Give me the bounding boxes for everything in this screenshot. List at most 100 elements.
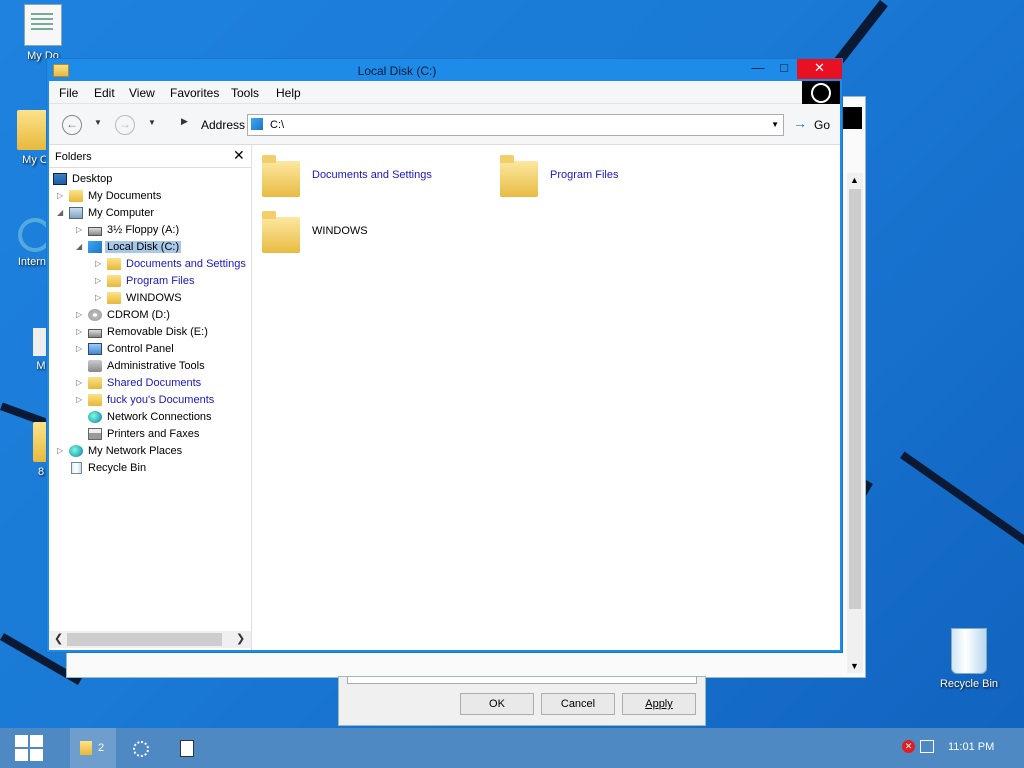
- address-bar[interactable]: C:\ ▼: [247, 114, 784, 136]
- desktop-icon-label: 8: [37, 466, 45, 478]
- folders-horizontal-scrollbar[interactable]: ❮ ❯: [49, 631, 251, 648]
- apply-button[interactable]: Apply: [622, 693, 696, 715]
- tree-item-label: fuck you's Documents: [107, 394, 215, 406]
- expand-icon[interactable]: ▷: [76, 395, 86, 404]
- scroll-right-arrow-icon[interactable]: ❯: [236, 632, 245, 645]
- folder-icon: [80, 741, 92, 755]
- computer-icon: [69, 207, 83, 219]
- wallpaper-streak: [900, 451, 1024, 562]
- start-button[interactable]: [0, 728, 60, 768]
- scroll-thumb[interactable]: [849, 189, 861, 609]
- tree-item-label: 3½ Floppy (A:): [107, 224, 180, 236]
- ok-button-label: OK: [489, 698, 505, 710]
- toolbar-chevron-icon[interactable]: ▶: [181, 116, 188, 127]
- taskbar-clock[interactable]: 11:01 PM: [948, 741, 994, 753]
- recycle-bin-icon: [951, 628, 987, 674]
- control-panel-icon: [88, 343, 102, 355]
- tools-icon: [88, 360, 102, 372]
- taskbar-cards-app[interactable]: [165, 728, 209, 768]
- go-button[interactable]: Go: [814, 118, 830, 132]
- menu-edit[interactable]: Edit: [94, 86, 115, 100]
- document-icon: [24, 4, 62, 46]
- folder-icon: [88, 377, 102, 389]
- scroll-up-arrow[interactable]: ▲: [850, 175, 859, 185]
- tray-error-icon[interactable]: ✕: [902, 740, 915, 753]
- cancel-button[interactable]: Cancel: [541, 693, 615, 715]
- tree-item-label: My Computer: [88, 207, 155, 219]
- maximize-button[interactable]: □: [771, 59, 797, 79]
- expand-icon[interactable]: ▷: [76, 310, 86, 319]
- folder-icon: [107, 258, 121, 270]
- expand-icon[interactable]: ▷: [76, 225, 86, 234]
- collapse-icon[interactable]: ◢: [57, 208, 67, 217]
- tree-item-label: Program Files: [126, 275, 195, 287]
- expand-icon[interactable]: ▷: [95, 259, 105, 268]
- scroll-down-arrow[interactable]: ▼: [850, 661, 859, 671]
- menu-favorites[interactable]: Favorites: [170, 86, 219, 100]
- taskbar-settings-app[interactable]: [118, 728, 162, 768]
- forward-button[interactable]: →: [115, 115, 135, 135]
- expand-icon[interactable]: ▷: [76, 344, 86, 353]
- back-dropdown-icon[interactable]: ▼: [94, 118, 102, 127]
- desktop-icon-label: M: [36, 360, 46, 372]
- ok-button[interactable]: OK: [460, 693, 534, 715]
- go-arrow-icon[interactable]: →: [793, 115, 807, 131]
- tree-item-label: Removable Disk (E:): [107, 326, 208, 338]
- menu-tools[interactable]: Tools: [231, 86, 259, 100]
- cdrom-icon: [88, 309, 102, 321]
- content-item-label: Program Files: [550, 169, 619, 181]
- menu-bar: File Edit View Favorites Tools Help: [49, 81, 840, 105]
- recycle-bin-icon: [71, 462, 82, 474]
- forward-dropdown-icon[interactable]: ▼: [148, 118, 156, 127]
- close-button[interactable]: ✕: [797, 59, 842, 79]
- menu-help[interactable]: Help: [276, 86, 301, 100]
- taskbar-explorer-group[interactable]: [70, 728, 116, 768]
- tree-item-label: Administrative Tools: [107, 360, 205, 372]
- drive-icon: [88, 241, 102, 253]
- expand-icon[interactable]: ▷: [76, 327, 86, 336]
- tree-item-label: Documents and Settings: [126, 258, 246, 270]
- tree-item-label: Network Connections: [107, 411, 212, 423]
- desktop-icon-recycle-bin[interactable]: Recycle Bin: [934, 628, 1004, 690]
- tree-item-label: My Network Places: [88, 445, 183, 457]
- toolbar: ← ▼ → ▼ ▶ Address C:\ ▼ → Go: [49, 104, 840, 145]
- menu-view[interactable]: View: [129, 86, 155, 100]
- folder-icon: [500, 153, 538, 197]
- address-dropdown-icon[interactable]: ▼: [771, 120, 779, 129]
- folder-icon: [107, 292, 121, 304]
- back-button[interactable]: ←: [62, 115, 82, 135]
- expand-icon[interactable]: ▷: [57, 191, 67, 200]
- tree-item-label: Recycle Bin: [88, 462, 147, 474]
- taskbar: 2 ✕ 11:01 PM: [0, 728, 1024, 768]
- expand-icon[interactable]: ▷: [95, 293, 105, 302]
- scroll-left-arrow-icon[interactable]: ❮: [54, 632, 63, 645]
- dialog-field: [347, 677, 697, 684]
- tree-item-label: My Documents: [88, 190, 162, 202]
- folders-pane-header: Folders ✕: [49, 145, 251, 168]
- title-bar[interactable]: Local Disk (C:) — □ ✕: [47, 59, 842, 81]
- minimize-button[interactable]: —: [745, 59, 771, 79]
- content-item-label: Documents and Settings: [312, 169, 432, 181]
- removable-drive-icon: [88, 329, 102, 338]
- expand-icon[interactable]: ▷: [76, 378, 86, 387]
- menu-file[interactable]: File: [59, 86, 78, 100]
- tree-item-label: Printers and Faxes: [107, 428, 200, 440]
- collapse-icon[interactable]: ◢: [76, 242, 86, 251]
- desktop-icon: [53, 173, 67, 185]
- tree-item-label: WINDOWS: [126, 292, 182, 304]
- cancel-button-label: Cancel: [560, 698, 596, 710]
- expand-icon[interactable]: ▷: [57, 446, 67, 455]
- scroll-thumb[interactable]: [67, 633, 222, 646]
- address-input[interactable]: C:\: [270, 119, 284, 131]
- floppy-drive-icon: [88, 227, 102, 236]
- tree-item-label: Shared Documents: [107, 377, 202, 389]
- gear-icon: [133, 741, 149, 757]
- desktop-icon-my-documents[interactable]: My Do: [8, 4, 78, 62]
- tray-network-icon[interactable]: [920, 740, 934, 753]
- tree-item-label: Desktop: [72, 173, 113, 185]
- content-item-label: WINDOWS: [312, 225, 368, 237]
- window-client: File Edit View Favorites Tools Help ← ▼ …: [49, 81, 840, 650]
- folders-pane-close-icon[interactable]: ✕: [233, 147, 245, 164]
- printer-icon: [88, 428, 102, 440]
- expand-icon[interactable]: ▷: [95, 276, 105, 285]
